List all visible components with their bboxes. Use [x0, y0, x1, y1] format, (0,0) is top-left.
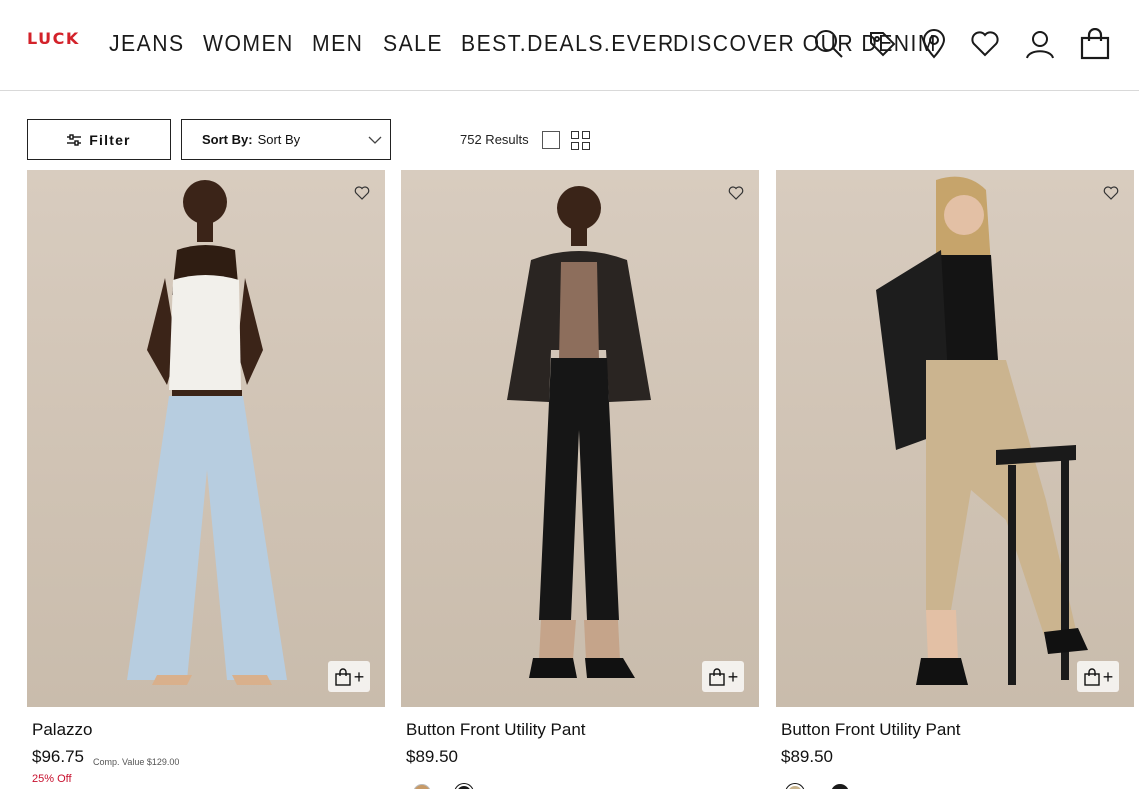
filter-label: Filter — [89, 131, 131, 148]
wishlist-heart-icon[interactable] — [727, 184, 745, 202]
plus-icon: + — [727, 666, 739, 687]
sort-dropdown[interactable]: Sort By: Sort By — [181, 119, 391, 160]
sort-label: Sort By: — [202, 132, 253, 147]
location-pin-icon[interactable] — [918, 28, 950, 60]
wishlist-heart-icon[interactable] — [1102, 184, 1120, 202]
sliders-icon — [67, 133, 82, 146]
nav-item-women[interactable]: WOMEN — [203, 30, 292, 57]
product-image[interactable]: + — [776, 170, 1134, 707]
shopping-bag-icon[interactable] — [1079, 28, 1111, 60]
comp-value: Comp. Value $129.00 — [93, 757, 180, 767]
plus-icon: + — [353, 666, 365, 687]
model-illustration — [876, 176, 1088, 685]
nav-item-discover-denim[interactable]: DISCOVER OUR DENIM — [673, 30, 936, 57]
model-illustration — [127, 180, 287, 685]
quick-add-button[interactable]: + — [1077, 661, 1119, 692]
filter-button[interactable]: Filter — [27, 119, 171, 160]
product-price: $89.50 — [781, 747, 833, 766]
brand-logo[interactable]: LUCK — [27, 29, 80, 48]
product-name[interactable]: Palazzo — [32, 720, 92, 740]
wishlist-heart-icon[interactable] — [353, 184, 371, 202]
product-name[interactable]: Button Front Utility Pant — [781, 720, 961, 740]
quick-add-button[interactable]: + — [702, 661, 744, 692]
product-image[interactable]: + — [401, 170, 759, 707]
product-image[interactable]: + — [27, 170, 385, 707]
sort-value: Sort By — [257, 132, 301, 147]
product-card[interactable]: + Button Front Utility Pant $89.50 — [776, 170, 1134, 789]
discount-badge: 25% Off — [32, 773, 72, 785]
model-illustration — [507, 186, 651, 678]
single-column-view-icon[interactable] — [542, 131, 560, 149]
color-swatch-selected[interactable] — [786, 784, 804, 789]
shopping-bag-icon — [1084, 667, 1100, 686]
plus-icon: + — [1102, 666, 1114, 687]
color-swatch[interactable] — [831, 784, 849, 789]
product-card[interactable]: + Button Front Utility Pant $89.50 — [401, 170, 759, 789]
nav-item-men[interactable]: MEN — [312, 30, 362, 57]
shopping-bag-icon — [335, 667, 351, 686]
tag-icon[interactable] — [866, 28, 898, 60]
color-swatch[interactable] — [413, 784, 431, 789]
nav-item-sale[interactable]: SALE — [383, 30, 442, 57]
nav-item-best-deals[interactable]: BEST.DEALS.EVER — [461, 30, 673, 57]
nav-item-jeans[interactable]: JEANS — [109, 30, 183, 57]
grid-view-icon[interactable] — [571, 131, 590, 150]
shopping-bag-icon — [709, 667, 725, 686]
search-icon[interactable] — [812, 28, 844, 60]
product-price: $89.50 — [406, 747, 458, 766]
site-header: LUCK JEANS WOMEN MEN SALE BEST.DEALS.EVE… — [0, 0, 1139, 91]
product-card[interactable]: + Palazzo $96.75 Comp. Value $129.00 25%… — [27, 170, 385, 785]
product-price: $96.75 — [32, 747, 84, 766]
heart-icon[interactable] — [969, 28, 1001, 60]
chevron-down-icon — [368, 136, 382, 144]
account-icon[interactable] — [1024, 28, 1056, 60]
quick-add-button[interactable]: + — [328, 661, 370, 692]
main-nav: JEANS WOMEN MEN SALE BEST.DEALS.EVER DIS… — [109, 30, 936, 57]
results-count: 752 Results — [460, 132, 529, 147]
product-name[interactable]: Button Front Utility Pant — [406, 720, 586, 740]
color-swatch-selected[interactable] — [455, 784, 473, 789]
